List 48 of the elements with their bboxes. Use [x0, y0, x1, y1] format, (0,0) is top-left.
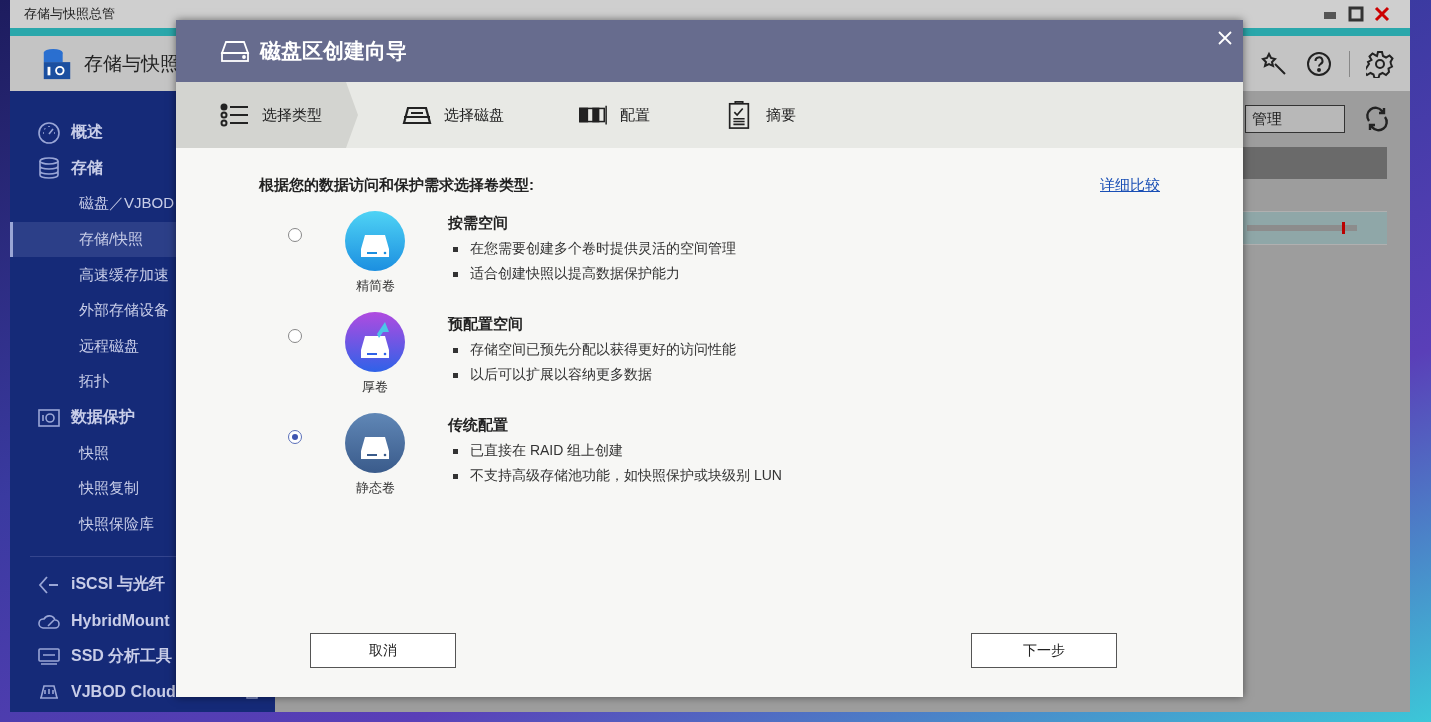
bullet-icon — [453, 271, 458, 277]
volume-type-label: 精简卷 — [355, 277, 395, 295]
sidebar-item[interactable]: 数据保护 — [10, 399, 275, 436]
option-title: 预配置空间 — [448, 315, 524, 334]
option-description: 以后可以扩展以容纳更多数据 — [470, 366, 652, 384]
radio-button[interactable] — [288, 228, 302, 242]
settings-icon[interactable] — [1366, 49, 1394, 78]
volume-type-label: 静态卷 — [355, 479, 395, 497]
close-icon[interactable] — [1374, 6, 1390, 22]
maximize-icon[interactable] — [1348, 6, 1364, 22]
next-button[interactable]: 下一步 — [971, 633, 1117, 668]
sidebar-item[interactable]: iSCSI 与光纤 — [10, 567, 275, 603]
option-title: 传统配置 — [448, 416, 509, 435]
option-description: 在您需要创建多个卷时提供灵活的空间管理 — [470, 240, 736, 258]
prompt-text: 根据您的数据访问和保护需求选择卷类型: — [259, 176, 534, 195]
cancel-button[interactable]: 取消 — [310, 633, 456, 668]
sidebar-item[interactable]: HybridMount — [10, 602, 275, 639]
drive-icon — [220, 39, 250, 63]
bullet-icon — [453, 473, 458, 479]
compare-link[interactable]: 详细比较 — [1100, 176, 1160, 195]
manage-field[interactable]: 管理 — [1245, 105, 1345, 133]
option-description: 已直接在 RAID 组上创建 — [470, 442, 624, 460]
drive-icon — [345, 413, 405, 473]
option-description: 适合创建快照以提高数据保护能力 — [470, 265, 680, 283]
bullet-icon — [453, 347, 458, 353]
volume-type-label: 厚卷 — [362, 378, 388, 396]
sidebar-item[interactable]: SSD 分析工具 — [10, 638, 275, 674]
option-description: 存储空间已预先分配以获得更好的访问性能 — [470, 341, 736, 359]
refresh-icon[interactable] — [1363, 105, 1391, 133]
wizard-step[interactable]: 摘要 — [680, 82, 826, 148]
wizard-step[interactable]: 配置 — [534, 82, 680, 148]
dialog-title: 磁盘区创建向导 — [260, 38, 407, 64]
radio-button[interactable] — [288, 329, 302, 343]
bullet-icon — [453, 448, 458, 454]
gauge-icon — [37, 120, 61, 145]
drive-upload-icon — [345, 312, 405, 372]
radio-button[interactable] — [288, 430, 302, 444]
option-description: 不支持高级存储池功能，如快照保护或块级别 LUN — [470, 467, 782, 485]
database-icon — [37, 156, 61, 181]
drive-icon — [345, 211, 405, 271]
wizard-step[interactable]: 选择磁盘 — [358, 82, 534, 148]
list-icon — [220, 101, 250, 129]
window-title: 存储与快照总管 — [24, 5, 116, 23]
bullet-icon — [453, 246, 458, 252]
bullet-icon — [453, 372, 458, 378]
help-icon[interactable] — [1305, 49, 1333, 78]
wizard-step[interactable]: 选择类型 — [176, 82, 358, 148]
option-title: 按需空间 — [448, 214, 509, 233]
